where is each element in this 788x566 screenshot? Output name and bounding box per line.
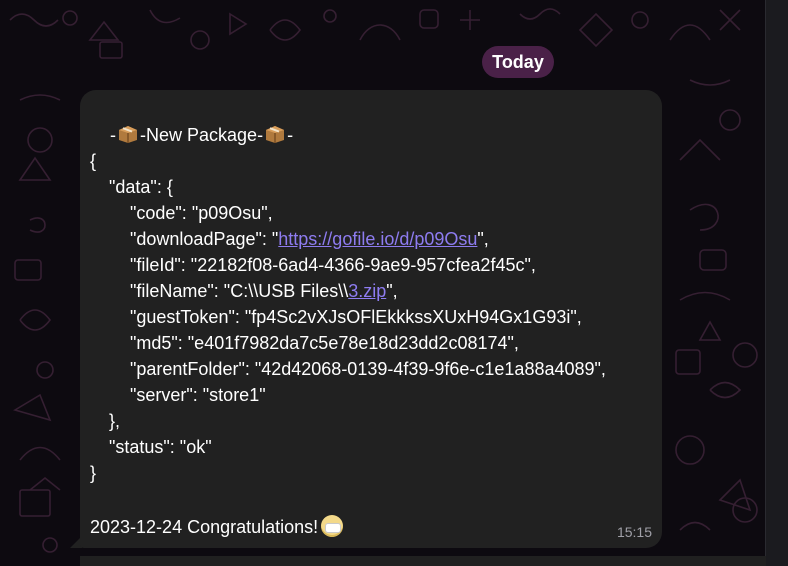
json-close-brace: } <box>90 463 97 483</box>
json-guest-token: "guestToken": "fp4Sc2vXJsOFlEkkkssXUxH94… <box>130 307 582 327</box>
json-server: "server": "store1" <box>130 385 266 405</box>
scrollbar-track[interactable] <box>765 0 788 566</box>
footer-text: 2023-12-24 Congratulations! <box>90 517 319 537</box>
grimace-emoji-icon <box>321 515 344 537</box>
message-footer: 2023-12-24 Congratulations! <box>90 514 344 540</box>
json-open-brace: { <box>90 151 97 171</box>
header-dash-right: - <box>287 125 294 145</box>
json-file-name: "fileName": "C:\\USB Files\\3.zip", <box>130 278 398 304</box>
next-message-edge <box>80 556 766 566</box>
package-icon <box>266 126 285 143</box>
json-code: "code": "p09Osu", <box>130 203 273 223</box>
header-dash-left: - <box>110 125 117 145</box>
json-close-inner: }, <box>109 411 121 431</box>
message-bubble[interactable]: - -New Package- - { "data": { "code": "p09… <box>80 90 662 548</box>
filename-prefix: "fileName": "C:\\USB Files\\ <box>130 281 349 301</box>
message-header: - -New Package- - <box>90 96 293 174</box>
download-suffix: ", <box>477 229 489 249</box>
header-text: -New Package- <box>140 125 264 145</box>
download-prefix: "downloadPage": " <box>130 229 279 249</box>
filename-link[interactable]: 3.zip <box>348 281 386 301</box>
message-time: 15:15 <box>616 524 652 540</box>
download-link[interactable]: https://gofile.io/d/p09Osu <box>278 229 477 249</box>
json-parent-folder: "parentFolder": "42d42068-0139-4f39-9f6e… <box>130 359 606 379</box>
filename-suffix: ", <box>386 281 398 301</box>
package-icon <box>119 126 138 143</box>
json-file-id: "fileId": "22182f08-6ad4-4366-9ae9-957cf… <box>130 255 536 275</box>
json-md5: "md5": "e401f7982da7c5e78e18d23dd2c08174… <box>130 333 519 353</box>
json-data-key: "data": { <box>109 177 173 197</box>
json-status: "status": "ok" <box>109 437 212 457</box>
date-separator: Today <box>482 46 554 78</box>
json-download-page: "downloadPage": "https://gofile.io/d/p09… <box>130 226 489 252</box>
